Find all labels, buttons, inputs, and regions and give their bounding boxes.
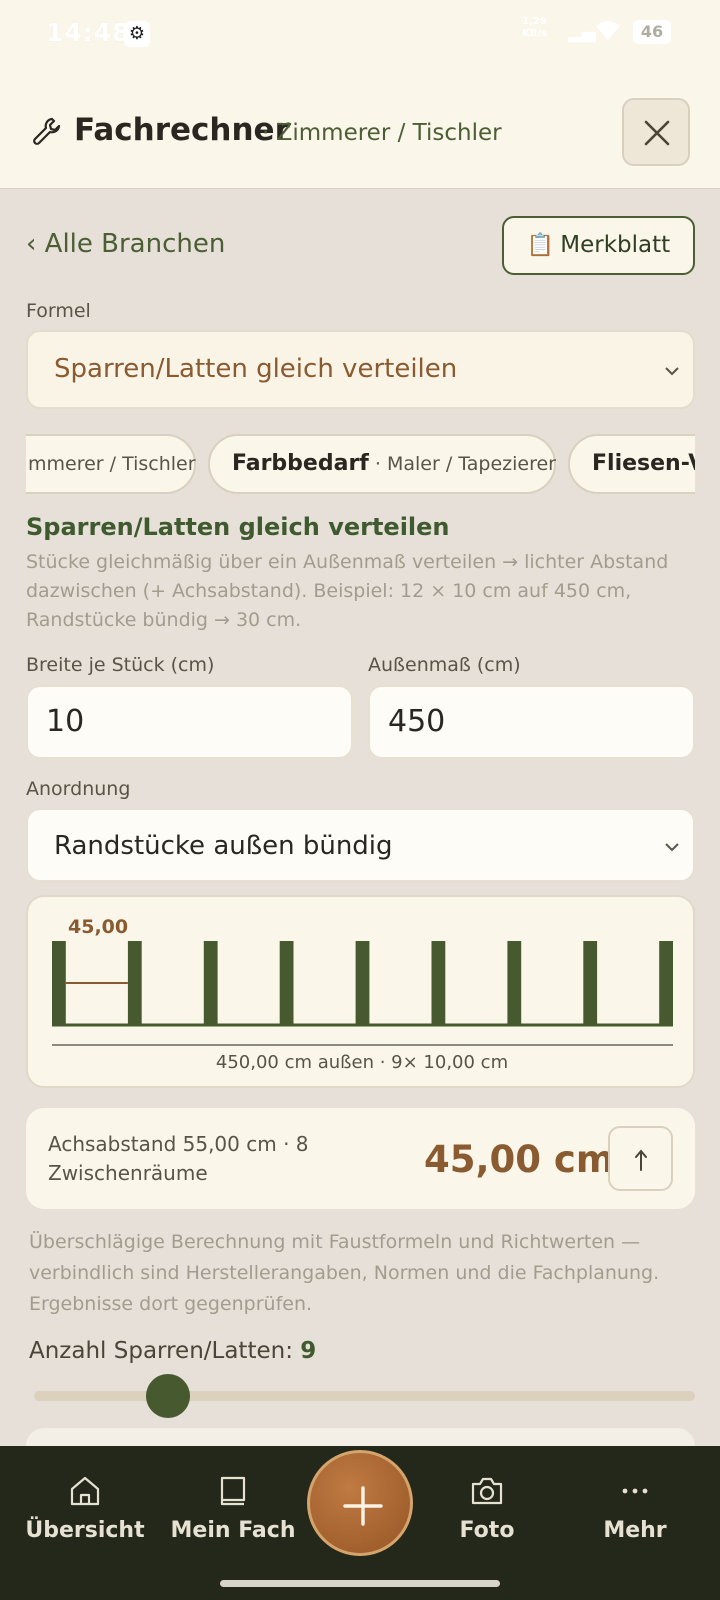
piece-count-label: Anzahl Sparren/Latten: 9 <box>29 1338 317 1364</box>
battery-indicator: 46 <box>633 20 671 44</box>
chevron-down-icon <box>665 843 679 852</box>
result-info: Achsabstand 55,00 cm · 8 Zwischenräume <box>48 1132 309 1185</box>
disclaimer-text: Überschlägige Berechnung mit Faustformel… <box>29 1231 660 1315</box>
close-button[interactable] <box>622 98 690 166</box>
piece-count-slider[interactable] <box>34 1391 695 1401</box>
nav-uebersicht[interactable]: Übersicht <box>10 1474 160 1543</box>
back-to-branches-link[interactable]: ‹ Alle Branchen <box>26 229 225 259</box>
result-value: 45,00 cm <box>424 1138 615 1181</box>
app-header: Fachrechner · Zimmerer / Tischler <box>0 70 720 189</box>
clipboard-icon: 📋 <box>526 233 555 258</box>
nav-mein-fach[interactable]: Mein Fach <box>158 1474 308 1543</box>
camera-icon <box>471 1477 503 1505</box>
chevron-down-icon <box>665 367 679 376</box>
distribution-svg: 45,00 450,00 cm außen · 9× 10,00 cm <box>52 916 673 1073</box>
outer-label: Außenmaß (cm) <box>368 654 521 676</box>
home-icon <box>70 1476 100 1506</box>
rafter-piece <box>507 941 522 1025</box>
page-subtitle: · Zimmerer / Tischler <box>262 120 502 146</box>
more-icon <box>622 1488 648 1494</box>
nav-mehr[interactable]: Mehr <box>560 1474 710 1543</box>
rafter-piece <box>52 941 66 1025</box>
wrench-icon <box>33 117 61 145</box>
status-bar: 14:48 ⚙ 1,29 KB/s ▂▄ 46 <box>0 0 720 70</box>
merkblatt-button[interactable]: 📋 Merkblatt <box>502 216 695 275</box>
share-button[interactable] <box>608 1126 673 1191</box>
outer-input[interactable]: 450 <box>368 685 695 759</box>
network-speed: 1,29 KB/s <box>522 16 547 39</box>
gap-label: 45,00 <box>68 916 128 938</box>
rafter-piece <box>355 941 370 1025</box>
chip-farbbedarf[interactable]: Farbbedarf · Maler / Tapezierer <box>208 434 556 494</box>
status-time: 14:48 <box>46 18 131 47</box>
chip-fliesen[interactable]: Fliesen-Ve <box>568 434 695 494</box>
formula-select-value: Sparren/Latten gleich verteilen <box>54 354 458 384</box>
app-notification-icon: ⚙ <box>124 21 150 47</box>
rafter-piece <box>127 941 142 1025</box>
result-card: Achsabstand 55,00 cm · 8 Zwischenräume 4… <box>26 1108 695 1209</box>
chip-zimmerer[interactable]: mmerer / Tischler <box>26 434 196 494</box>
nav-foto[interactable]: Foto <box>412 1474 562 1543</box>
arrangement-label: Anordnung <box>26 778 131 800</box>
rafter-piece <box>279 941 294 1025</box>
arrangement-select[interactable]: Randstücke außen bündig <box>26 808 695 882</box>
rafter-piece <box>583 941 598 1025</box>
close-icon <box>644 120 670 146</box>
section-description: Stücke gleichmäßig über ein Außenmaß ver… <box>26 551 669 631</box>
page-title: Fachrechner <box>74 112 290 148</box>
piece-count-value: 9 <box>300 1338 317 1364</box>
distribution-diagram: 45,00 450,00 cm außen · 9× 10,00 cm <box>26 895 695 1088</box>
wifi-icon <box>596 21 620 40</box>
width-label: Breite je Stück (cm) <box>26 654 215 676</box>
diagram-caption: 450,00 cm außen · 9× 10,00 cm <box>216 1052 508 1073</box>
add-fab-button[interactable] <box>307 1450 413 1556</box>
formula-label: Formel <box>26 300 91 322</box>
arrangement-select-value: Randstücke außen bündig <box>54 831 393 861</box>
merkblatt-label: Merkblatt <box>560 232 671 258</box>
share-arrow-icon <box>635 1149 647 1171</box>
formula-select[interactable]: Sparren/Latten gleich verteilen <box>26 330 695 409</box>
formula-chips-scroller[interactable]: mmerer / Tischler Farbbedarf · Maler / T… <box>26 434 695 496</box>
book-icon <box>220 1476 246 1506</box>
plus-icon <box>343 1486 383 1526</box>
home-indicator[interactable] <box>220 1580 500 1587</box>
signal-icon: ▂▄ <box>568 22 596 43</box>
rafter-piece <box>203 941 218 1025</box>
slider-thumb[interactable] <box>146 1374 190 1418</box>
rafter-piece <box>431 941 446 1025</box>
rafter-piece <box>659 941 673 1025</box>
section-title: Sparren/Latten gleich verteilen <box>26 513 450 541</box>
width-input[interactable]: 10 <box>26 685 353 759</box>
